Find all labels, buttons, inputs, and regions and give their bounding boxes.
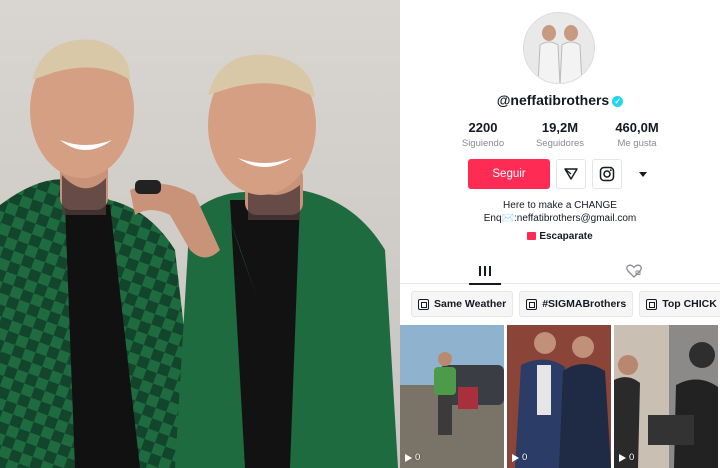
video-grid: 0 0 0: [400, 325, 720, 468]
view-count: 0: [512, 452, 527, 463]
stat-likes: 460,0M Me gusta: [602, 120, 672, 149]
verified-badge-icon: ✓: [612, 95, 624, 107]
caret-down-icon: [639, 172, 647, 177]
liked-heart-icon: [626, 264, 642, 278]
profile-actions: Seguir: [468, 159, 658, 189]
view-count: 0: [619, 452, 634, 463]
avatar-image: [524, 13, 594, 83]
username: @neffatibrothers: [496, 92, 610, 108]
stat-value: 19,2M: [541, 120, 579, 135]
tab-liked[interactable]: [616, 258, 652, 284]
instagram-icon: [599, 166, 615, 182]
instagram-button[interactable]: [592, 159, 622, 189]
stat-label: Siguiendo: [461, 138, 505, 149]
video-thumbnail[interactable]: 0: [507, 325, 611, 468]
play-icon: [405, 453, 412, 462]
bio-line: Here to make a CHANGE: [503, 200, 617, 211]
screen: @neffatibrothers ✓ 2200 Siguiendo 19,2M S…: [0, 0, 720, 468]
send-icon: [564, 168, 578, 180]
bio-email[interactable]: Enq✉️:neffatibrothers@gmail.com: [400, 212, 720, 225]
playlist-label: Same Weather: [434, 298, 507, 310]
stat-label: Seguidores: [535, 138, 585, 149]
video-thumbnail-image: [507, 325, 611, 468]
video-thumbnail-image: [614, 325, 718, 468]
profile-stats: 2200 Siguiendo 19,2M Seguidores 460,0M M…: [448, 120, 672, 149]
username-row: @neffatibrothers ✓: [400, 92, 720, 108]
video-thumbnail-image: [400, 325, 504, 468]
playlist-label: Top CHICK: [662, 298, 717, 310]
view-count-value: 0: [629, 452, 635, 463]
avatar[interactable]: [523, 12, 595, 84]
stat-value: 460,0M: [615, 120, 659, 135]
more-options-button[interactable]: [628, 159, 658, 189]
view-count-value: 0: [415, 452, 421, 463]
shopping-bag-icon: [527, 232, 537, 240]
brothers-photo: [0, 0, 400, 468]
tab-videos[interactable]: [467, 258, 503, 285]
view-count: 0: [405, 452, 420, 463]
videos-grid-icon: [479, 266, 491, 276]
message-button[interactable]: [556, 159, 586, 189]
stat-label: Me gusta: [617, 138, 657, 149]
follow-button[interactable]: Seguir: [468, 159, 550, 189]
showcase-label: Escaparate: [539, 231, 593, 242]
showcase-link[interactable]: Escaparate: [400, 231, 720, 242]
stat-following[interactable]: 2200 Siguiendo: [448, 120, 518, 149]
play-icon: [512, 453, 519, 462]
video-thumbnail[interactable]: 0: [400, 325, 504, 468]
view-count-value: 0: [522, 452, 528, 463]
playlist-icon: [418, 298, 429, 310]
playlist-icon: [646, 298, 658, 310]
stat-followers[interactable]: 19,2M Seguidores: [525, 120, 595, 149]
playlist-chip[interactable]: #SIGMABrothers: [519, 291, 634, 317]
playlist-label: #SIGMABrothers: [542, 298, 627, 310]
tiktok-profile: @neffatibrothers ✓ 2200 Siguiendo 19,2M S…: [400, 0, 720, 468]
playlist-chip[interactable]: Top CHICK: [639, 291, 720, 317]
stat-value: 2200: [468, 120, 498, 135]
profile-tabs: [400, 254, 720, 285]
brothers-illustration: [0, 39, 398, 468]
play-icon: [619, 453, 626, 462]
playlist-chip[interactable]: Same Weather: [411, 291, 514, 317]
playlists-row: Same Weather #SIGMABrothers Top CHICK: [411, 291, 720, 317]
playlist-icon: [526, 298, 538, 310]
video-thumbnail[interactable]: 0: [614, 325, 718, 468]
bio: Here to make a CHANGE Enq✉️:neffatibroth…: [400, 199, 720, 225]
